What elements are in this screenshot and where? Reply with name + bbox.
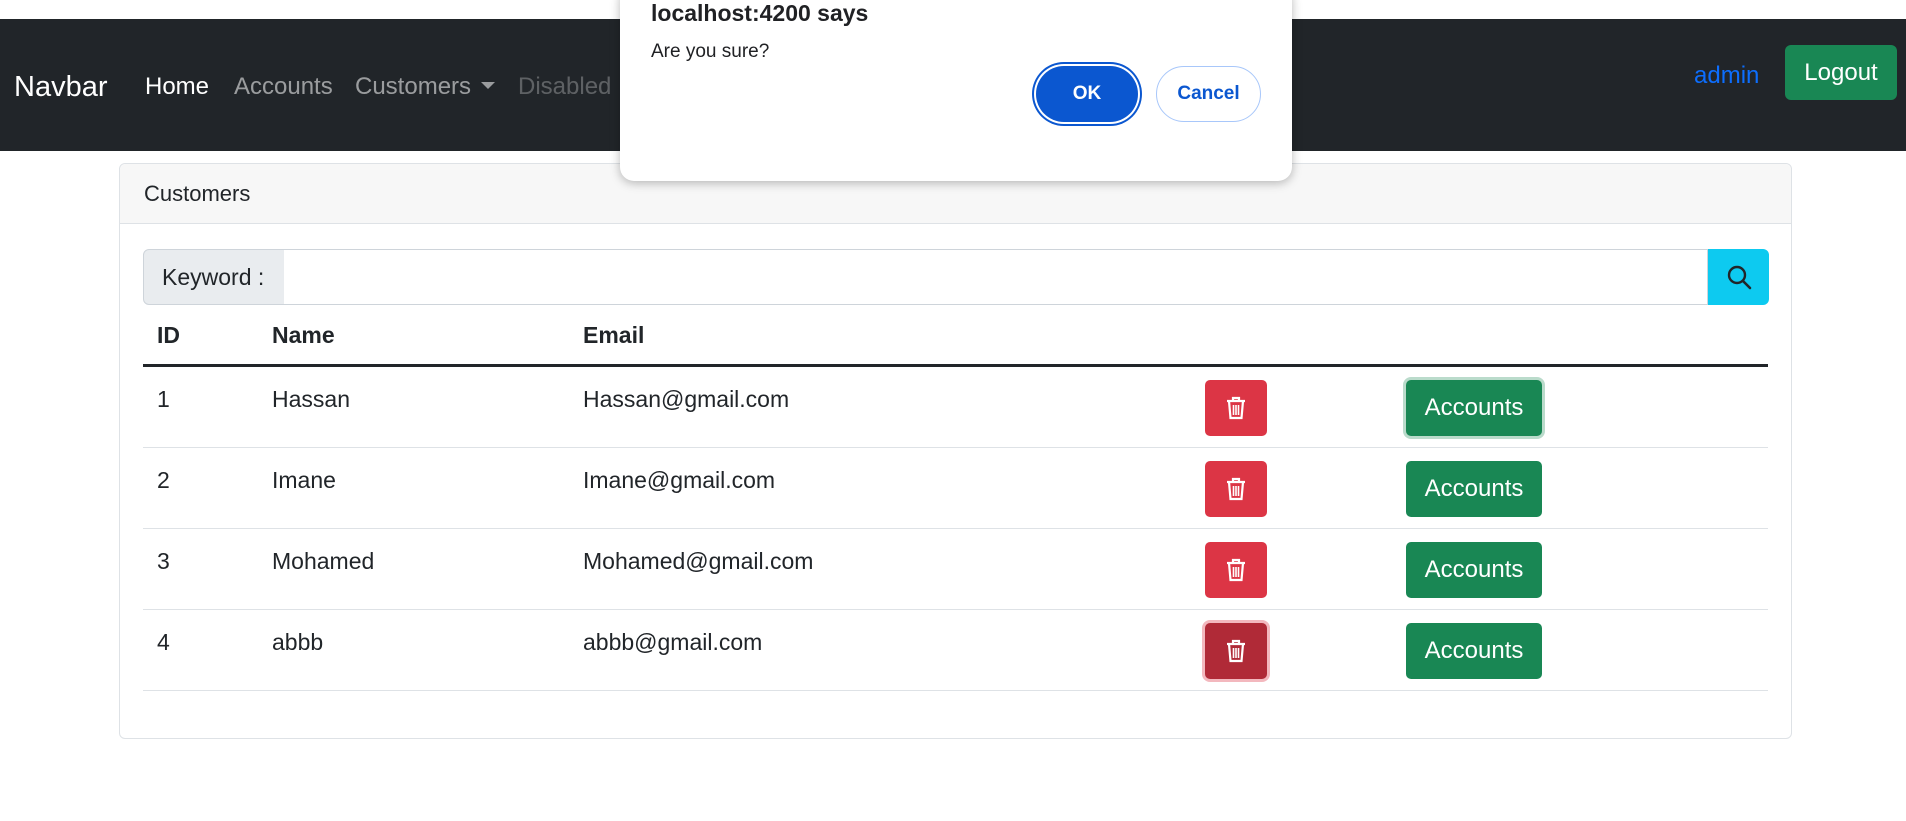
row-4-id: 4 (157, 629, 170, 655)
column-header-id: ID (157, 322, 180, 348)
row-3-delete-button[interactable] (1205, 542, 1267, 598)
logout-button[interactable]: Logout (1785, 45, 1897, 100)
search-group: Keyword : (143, 249, 1769, 305)
dialog-cancel-button[interactable]: Cancel (1156, 66, 1261, 122)
row-4-email: abbb@gmail.com (583, 629, 763, 655)
row-divider (143, 609, 1768, 610)
row-3-accounts-button[interactable]: Accounts (1406, 542, 1542, 598)
table-header-divider (143, 364, 1768, 367)
row-divider (143, 528, 1768, 529)
column-header-name: Name (272, 322, 335, 348)
row-2-delete-button[interactable] (1205, 461, 1267, 517)
row-3-name: Mohamed (272, 548, 375, 574)
navbar-brand[interactable]: Navbar (14, 71, 108, 104)
row-3-email: Mohamed@gmail.com (583, 548, 814, 574)
row-divider (143, 690, 1768, 691)
nav-link-customers-dropdown[interactable]: Customers (355, 73, 496, 101)
dialog-title: localhost:4200 says (651, 0, 869, 26)
row-1-name: Hassan (272, 386, 350, 412)
row-1-email: Hassan@gmail.com (583, 386, 790, 412)
row-1-delete-button[interactable] (1205, 380, 1267, 436)
row-2-name: Imane (272, 467, 336, 493)
row-divider (143, 447, 1768, 448)
dialog-ok-button[interactable]: OK (1036, 66, 1138, 122)
keyword-label: Keyword : (143, 249, 285, 305)
row-3-id: 3 (157, 548, 170, 574)
search-button[interactable] (1708, 249, 1769, 305)
confirm-dialog: localhost:4200 says Are you sure? OK Can… (620, 0, 1292, 181)
user-link[interactable]: admin (1694, 62, 1759, 90)
dialog-message: Are you sure? (651, 41, 770, 62)
keyword-input[interactable] (284, 249, 1708, 305)
row-2-email: Imane@gmail.com (583, 467, 776, 493)
row-1-accounts-button[interactable]: Accounts (1406, 380, 1542, 436)
column-header-email: Email (583, 322, 645, 348)
trash-icon (1227, 396, 1245, 420)
search-icon (1727, 265, 1751, 290)
trash-icon (1227, 477, 1245, 501)
nav-link-accounts[interactable]: Accounts (234, 73, 333, 101)
trash-icon (1227, 639, 1245, 663)
nav-link-disabled: Disabled (518, 73, 612, 100)
row-4-delete-button[interactable] (1205, 623, 1267, 679)
trash-icon (1227, 558, 1245, 582)
row-1-id: 1 (157, 386, 170, 412)
row-2-id: 2 (157, 467, 170, 493)
row-4-name: abbb (272, 629, 324, 655)
chevron-down-icon (481, 82, 496, 90)
row-4-accounts-button[interactable]: Accounts (1406, 623, 1542, 679)
nav-link-customers-label: Customers (355, 73, 472, 100)
card-title: Customers (144, 180, 251, 206)
nav-link-home[interactable]: Home (145, 73, 209, 101)
row-2-accounts-button[interactable]: Accounts (1406, 461, 1542, 517)
